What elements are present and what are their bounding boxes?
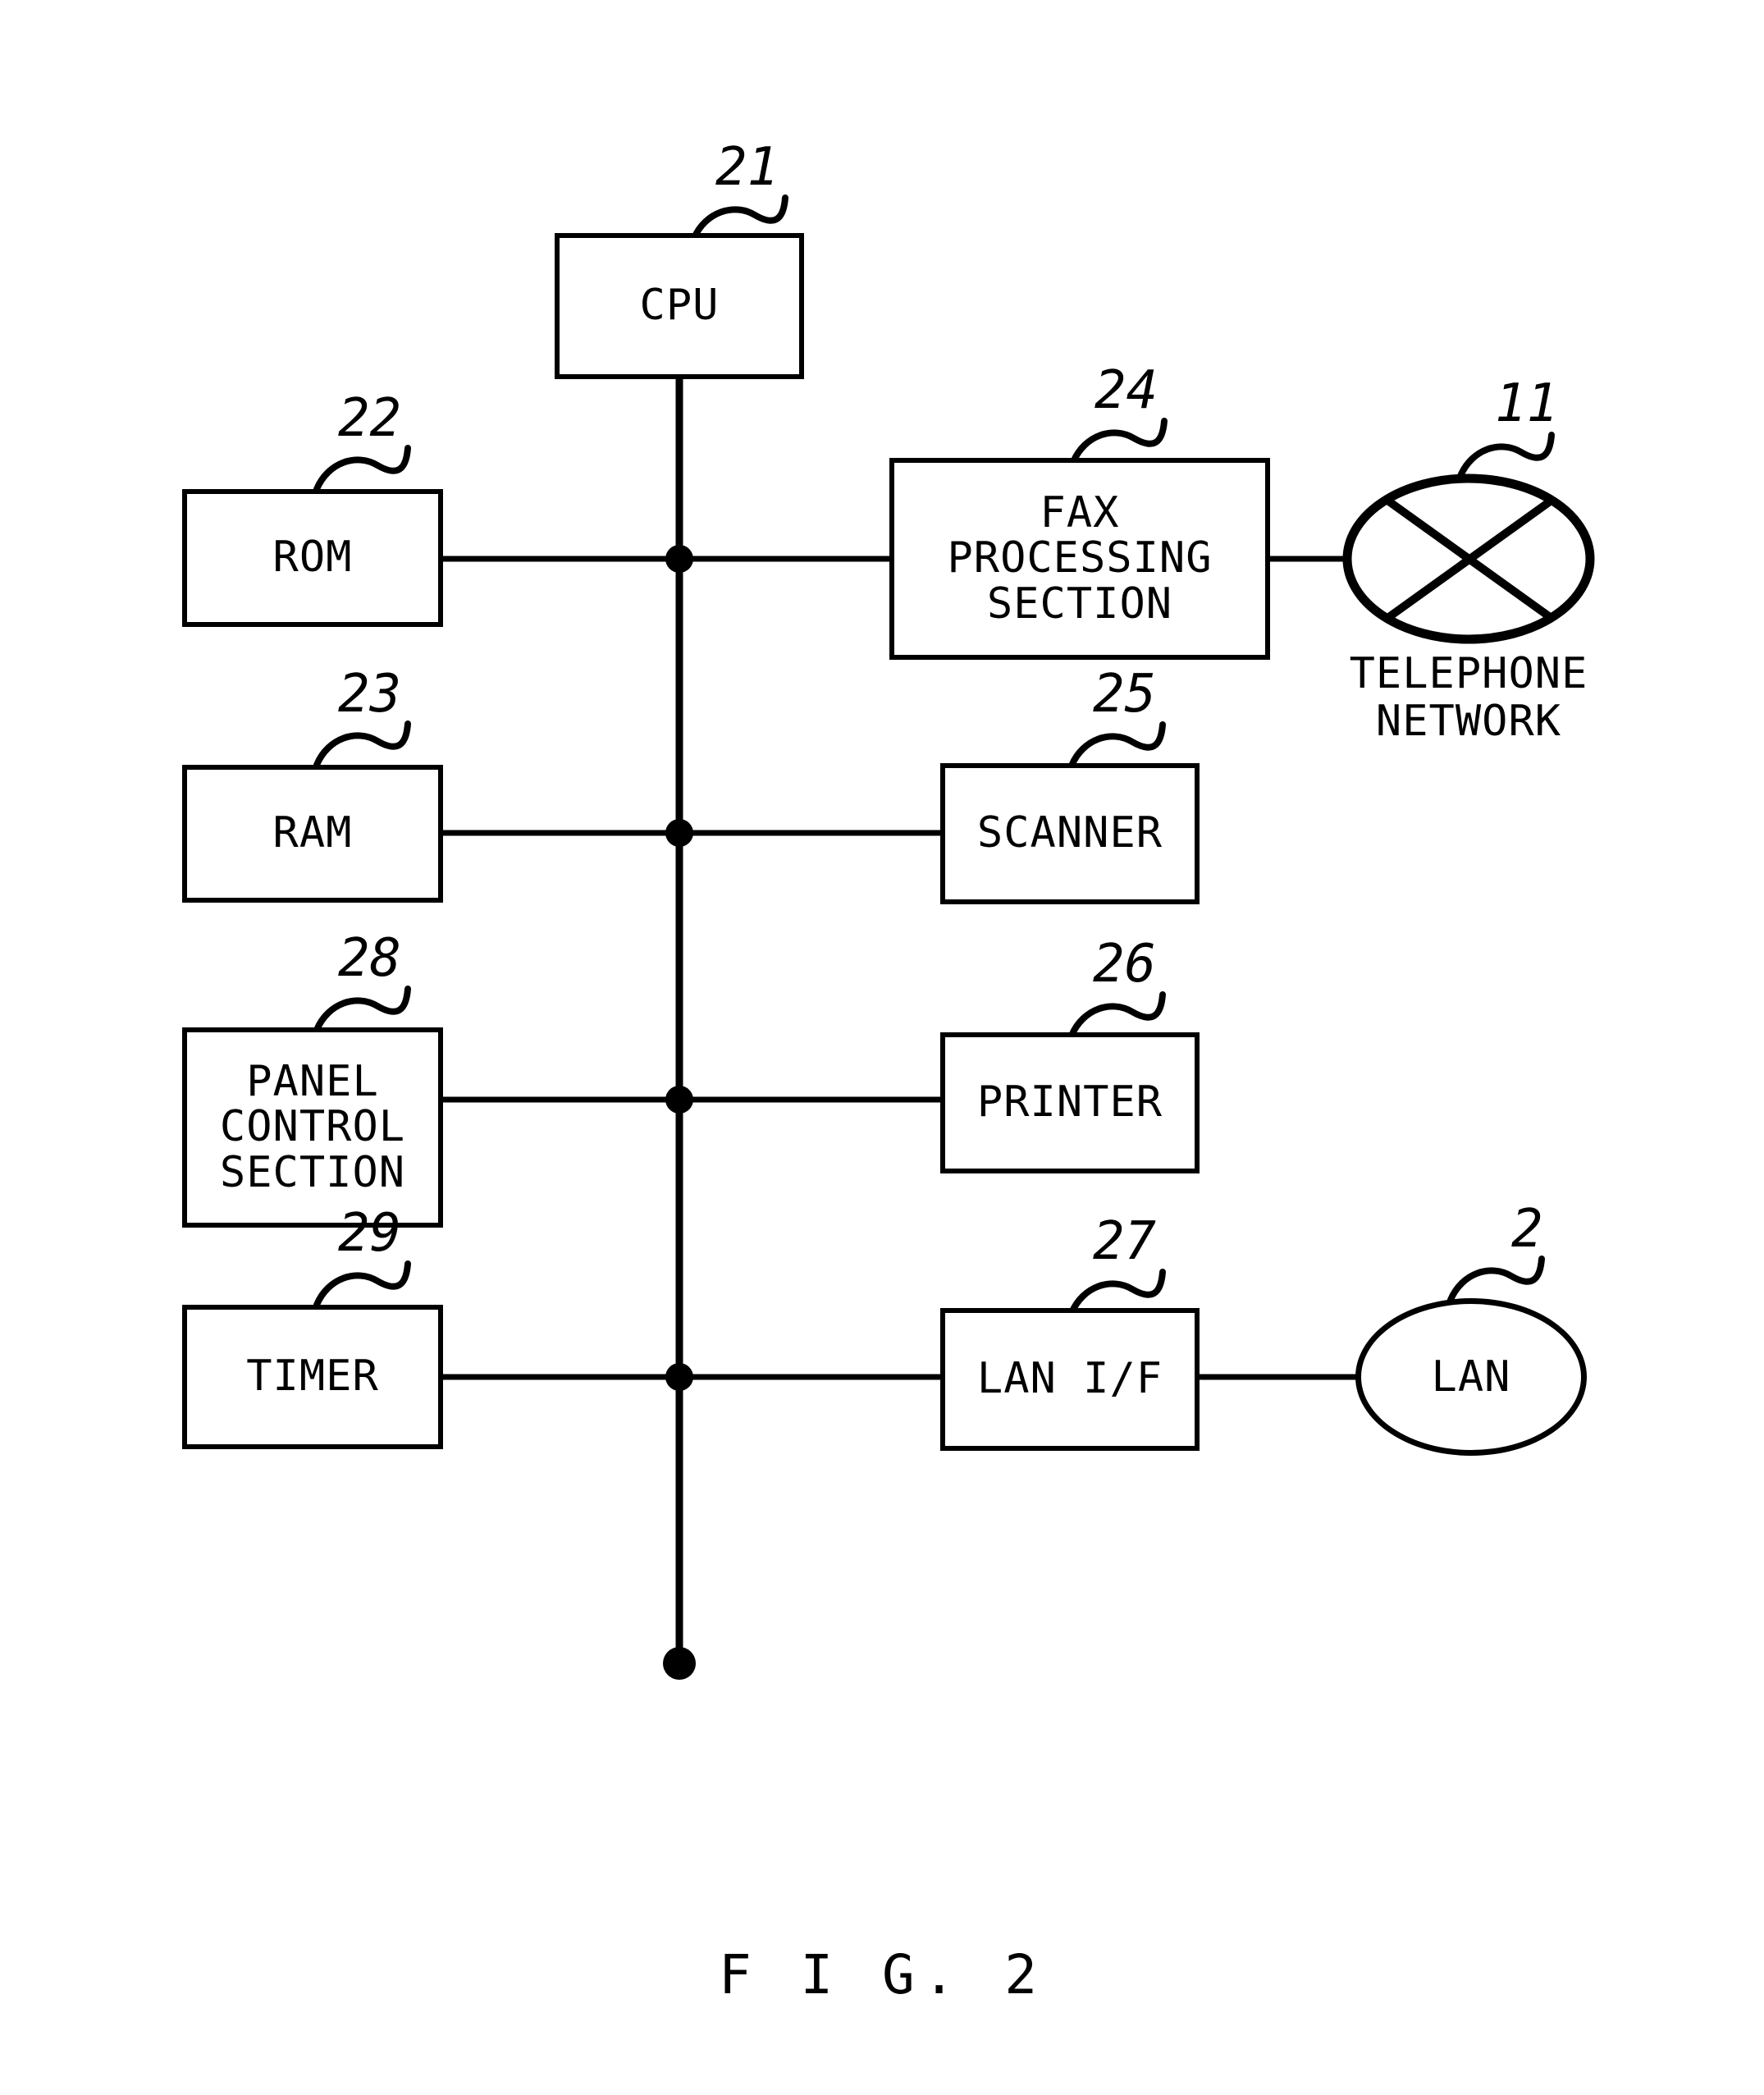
node-timer-label: TIMER — [246, 1352, 379, 1402]
reference-leader-lines — [313, 194, 1555, 1316]
node-rom[interactable]: ROM — [182, 489, 443, 627]
node-fax-processing-section[interactable]: FAX PROCESSING SECTION — [889, 458, 1270, 660]
leader-line-23 — [313, 720, 411, 768]
node-panel-control-section-label: PANEL CONTROL SECTION — [219, 1056, 406, 1197]
node-scanner-label: SCANNER — [976, 808, 1163, 858]
ref-numeral-11: 11 — [1495, 373, 1559, 434]
ref-numeral-25: 25 — [1093, 664, 1157, 725]
ref-numeral-24: 24 — [1095, 360, 1158, 421]
ref-numeral-29: 29 — [338, 1203, 402, 1264]
node-printer[interactable]: PRINTER — [940, 1032, 1200, 1173]
figure-caption: F I G. 2 — [719, 1943, 1045, 2006]
ref-numeral-23: 23 — [338, 664, 402, 725]
ref-numeral-26: 26 — [1093, 934, 1157, 995]
telephone-network-caption: TELEPHONE NETWORK — [1349, 649, 1588, 747]
leader-line-25 — [1068, 721, 1166, 769]
bus-terminal-dot — [663, 1647, 696, 1680]
patent-figure: CPU ROM FAX PROCESSING SECTION RAM SCANN… — [0, 0, 1764, 2095]
node-rom-label: ROM — [272, 533, 353, 583]
leader-line-27 — [1068, 1269, 1166, 1316]
leader-line-2 — [1447, 1256, 1545, 1303]
ref-numeral-22: 22 — [338, 388, 402, 449]
leader-line-26 — [1068, 991, 1166, 1039]
node-printer-label: PRINTER — [976, 1077, 1163, 1128]
ref-numeral-27: 27 — [1093, 1211, 1157, 1272]
leader-line-11 — [1457, 432, 1555, 479]
leader-line-28 — [313, 986, 411, 1033]
node-timer[interactable]: TIMER — [182, 1305, 443, 1449]
ref-numeral-21: 21 — [715, 137, 779, 198]
node-cpu[interactable]: CPU — [555, 233, 804, 379]
node-ram-label: RAM — [272, 808, 353, 858]
node-cpu-label: CPU — [639, 281, 720, 331]
telephone-network-symbol — [1342, 473, 1595, 644]
ref-numeral-2: 2 — [1511, 1199, 1543, 1260]
node-ram[interactable]: RAM — [182, 765, 443, 903]
leader-line-21 — [691, 194, 788, 241]
node-lan-label: LAN — [1431, 1352, 1511, 1402]
node-fax-processing-section-label: FAX PROCESSING SECTION — [947, 487, 1213, 629]
leader-line-22 — [313, 445, 411, 492]
leader-line-29 — [313, 1260, 411, 1308]
ref-numeral-28: 28 — [338, 928, 402, 989]
node-lan-if-label: LAN I/F — [976, 1354, 1163, 1404]
node-lan[interactable]: LAN — [1355, 1298, 1587, 1456]
leader-line-24 — [1070, 418, 1168, 465]
node-lan-if[interactable]: LAN I/F — [940, 1308, 1200, 1451]
node-scanner[interactable]: SCANNER — [940, 763, 1200, 904]
node-panel-control-section[interactable]: PANEL CONTROL SECTION — [182, 1027, 443, 1228]
